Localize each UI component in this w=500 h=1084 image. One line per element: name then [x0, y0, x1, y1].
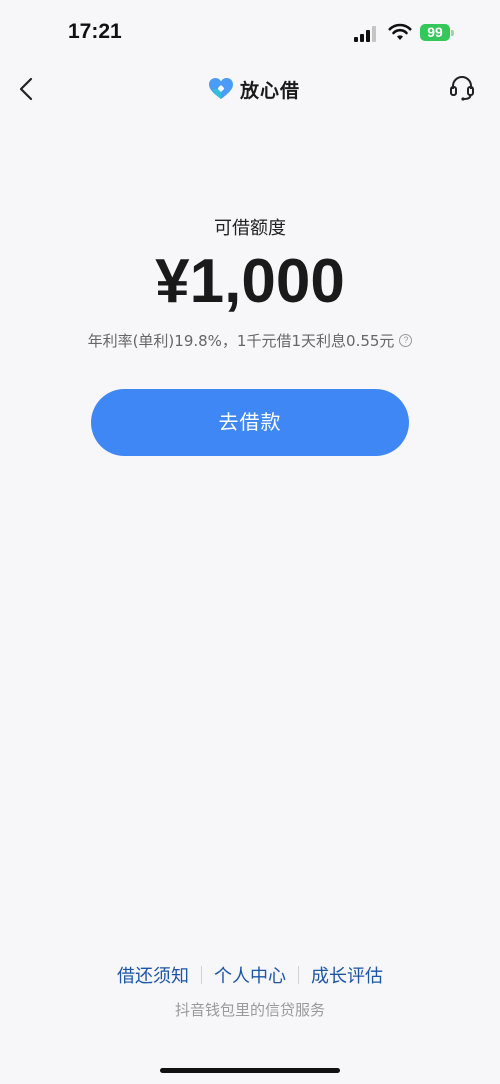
battery-indicator: 99 [420, 24, 450, 41]
footer-links: 借还须知 个人中心 成长评估 [0, 962, 500, 988]
cellular-signal-icon [354, 26, 376, 42]
wifi-icon [388, 23, 412, 40]
credit-limit-amount: ¥1,000 [155, 247, 345, 316]
headset-icon [450, 76, 474, 101]
info-icon[interactable]: ? [399, 334, 413, 347]
back-button[interactable] [12, 74, 42, 104]
interest-rate-info: 年利率(单利)19.8%，1千元借1天利息0.55元 ? [0, 330, 500, 351]
app-title: 放心借 [240, 79, 301, 102]
borrow-button[interactable]: 去借款 [91, 389, 409, 456]
footer-note: 抖音钱包里的信贷服务 [174, 1001, 325, 1019]
footer-link-borrowing-notice[interactable]: 借还须知 [105, 962, 201, 988]
chevron-left-icon [19, 77, 33, 101]
status-time: 17:21 [68, 20, 122, 43]
nav-title: 放心借 [208, 74, 300, 104]
credit-limit-label: 可借额度 [214, 218, 286, 239]
heart-logo-icon [209, 78, 233, 99]
interest-rate-text: 年利率(单利)19.8%，1千元借1天利息0.55元 [87, 332, 395, 350]
customer-service-button[interactable] [446, 72, 478, 104]
nav-bar: 放心借 [0, 60, 500, 116]
footer-link-personal-center[interactable]: 个人中心 [202, 962, 298, 988]
footer-link-growth-assessment[interactable]: 成长评估 [299, 962, 395, 988]
home-indicator [160, 1068, 340, 1073]
status-bar: 17:21 99 [0, 0, 500, 60]
battery-tip [451, 30, 454, 36]
